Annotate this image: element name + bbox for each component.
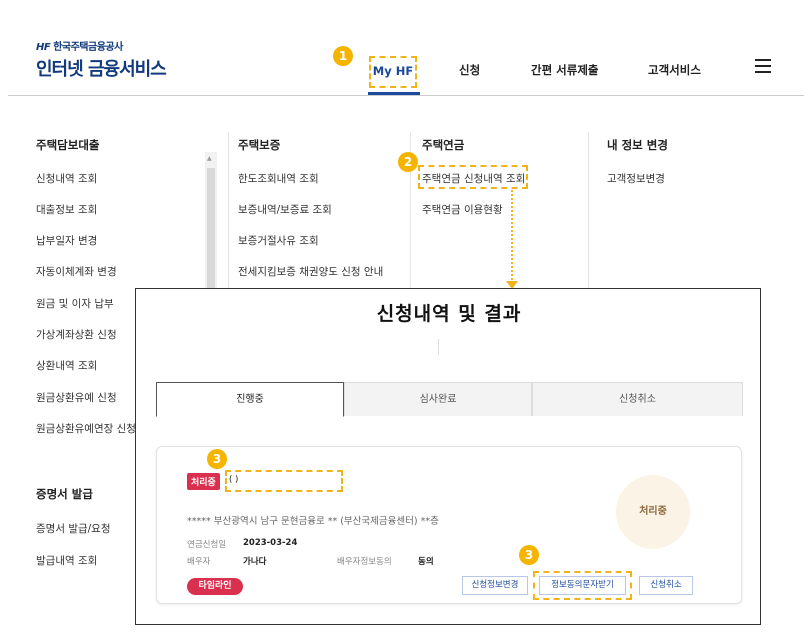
step-badge-3: 3 (207, 449, 227, 469)
application-result-popup: 신청내역 및 결과 진행중 심사완료 신청취소 3 처리중 ( ) ***** … (135, 288, 761, 625)
cancel-application-button[interactable]: 신청취소 (639, 576, 693, 595)
popup-title: 신청내역 및 결과 (376, 303, 522, 325)
column-divider (228, 132, 229, 292)
menu-item[interactable]: 보증거절사유 조회 (238, 233, 319, 248)
status-badge: 처리중 (187, 473, 220, 490)
menu-item[interactable]: 전세지킴보증 채권양도 신청 안내 (238, 264, 383, 279)
logo-small[interactable]: HF 한국주택금융공사 (36, 38, 123, 53)
menu-item[interactable]: 발급내역 조회 (36, 553, 97, 568)
spouse-consent-label: 배우자정보동의 (337, 557, 392, 567)
spouse-consent-value: 동의 (418, 557, 434, 567)
tab-completed[interactable]: 심사완료 (344, 382, 532, 416)
menu-item[interactable]: 원금상환유예연장 신청 (36, 421, 136, 436)
connector-line (511, 190, 513, 284)
site-header: HF 한국주택금융공사 인터넷 금융서비스 1 My HF 신청 간편 서류제출 … (0, 0, 812, 96)
highlight-name-field (225, 470, 343, 492)
menu-item[interactable]: 원금상환유예 신청 (36, 390, 117, 405)
menu-item[interactable]: 상환내역 조회 (36, 358, 97, 373)
apply-date-value: 2023-03-24 (243, 538, 298, 548)
change-application-button[interactable]: 신청정보변경 (462, 576, 528, 595)
menu-heading-pension: 주택연금 (422, 138, 465, 152)
spouse-value: 가나다 (243, 557, 267, 567)
logo-service-name[interactable]: 인터넷 금융서비스 (36, 55, 167, 81)
property-address: ***** 부산광역시 남구 문현금융로 ** (부산국제금융센터) **층 (187, 516, 439, 527)
consent-sms-button[interactable]: 정보동의문자받기 (539, 576, 626, 595)
menu-item[interactable]: 신청내역 조회 (36, 171, 97, 186)
menu-item[interactable]: 주택연금 이용현황 (422, 202, 503, 217)
status-circle: 처리중 (616, 475, 690, 549)
column-divider (588, 132, 589, 292)
menu-heading-mortgage: 주택담보대출 (36, 138, 100, 152)
menu-item[interactable]: 증명서 발급/요청 (36, 521, 111, 536)
menu-item[interactable]: 가상계좌상환 신청 (36, 327, 117, 342)
header-divider (8, 95, 804, 96)
step-badge-3b: 3 (519, 545, 539, 565)
menu-heading-my-info: 내 정보 변경 (607, 138, 668, 152)
menu-item-pension-inquiry[interactable]: 주택연금 신청내역 조회 (422, 171, 525, 186)
menu-scroll-thumb[interactable] (207, 168, 215, 290)
menu-item[interactable]: 자동이체계좌 변경 (36, 264, 117, 279)
timeline-button[interactable]: 타임라인 (187, 578, 243, 595)
applicant-name-field: ( ) (229, 475, 239, 485)
menu-item[interactable]: 납부일자 변경 (36, 233, 97, 248)
tab-in-progress[interactable]: 진행중 (156, 382, 344, 417)
scroll-up-icon[interactable]: ▲ (207, 155, 212, 162)
menu-item[interactable]: 보증내역/보증료 조회 (238, 202, 332, 217)
nav-my-hf[interactable]: My HF (369, 56, 417, 88)
menu-heading-guarantee: 주택보증 (238, 138, 281, 152)
hf-logo-mark: HF (36, 42, 51, 53)
menu-item[interactable]: 한도조회내역 조회 (238, 171, 319, 186)
menu-item[interactable]: 원금 및 이자 납부 (36, 296, 114, 311)
nav-easy-submit[interactable]: 간편 서류제출 (531, 62, 598, 78)
application-card: 3 처리중 ( ) ***** 부산광역시 남구 문현금융로 ** (부산국제금… (156, 446, 742, 604)
logo-org-name: 한국주택금융공사 (53, 42, 123, 53)
menu-item[interactable]: 고객정보변경 (607, 171, 665, 186)
popup-separator (438, 339, 439, 355)
step-badge-1: 1 (333, 46, 353, 66)
spouse-label: 배우자 (187, 557, 211, 567)
nav-apply[interactable]: 신청 (459, 62, 480, 78)
status-tabs: 진행중 심사완료 신청취소 (156, 382, 743, 417)
menu-heading-certificates: 증명서 발급 (36, 487, 93, 501)
apply-date-label: 연금신청일 (187, 540, 227, 550)
hamburger-menu-icon[interactable] (755, 59, 771, 73)
step-badge-2: 2 (398, 152, 418, 172)
nav-customer-service[interactable]: 고객서비스 (648, 62, 701, 78)
tab-cancelled[interactable]: 신청취소 (532, 382, 743, 416)
menu-item[interactable]: 대출정보 조회 (36, 202, 97, 217)
